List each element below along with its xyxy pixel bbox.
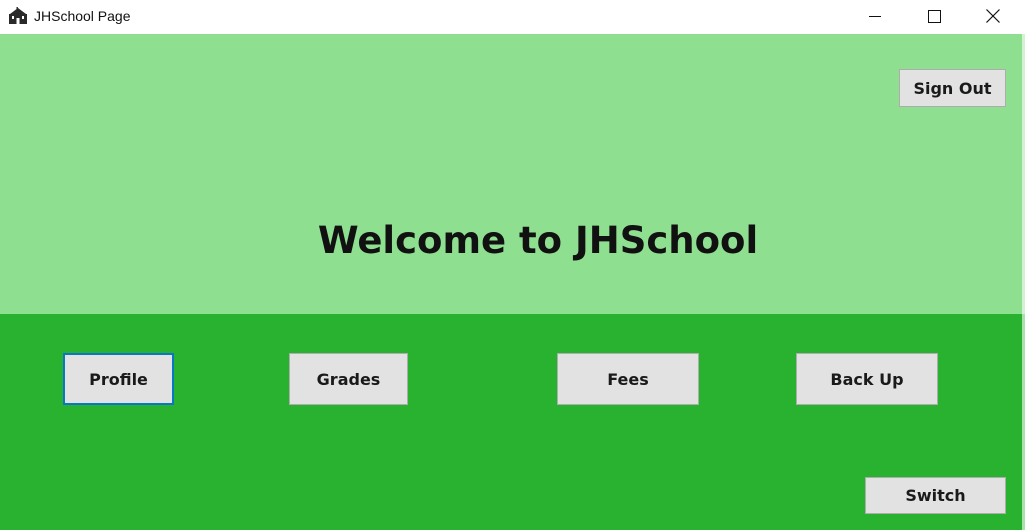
maximize-button[interactable] xyxy=(911,0,957,32)
window-title: JHSchool Page xyxy=(34,8,131,24)
app-window: JHSchool Page Welcome to JHSchool Sign O… xyxy=(0,0,1025,530)
fees-button[interactable]: Fees xyxy=(557,353,699,405)
back-up-button[interactable]: Back Up xyxy=(796,353,938,405)
maximize-icon xyxy=(927,9,941,23)
close-icon xyxy=(986,9,1000,23)
school-building-icon xyxy=(8,7,28,25)
minimize-button[interactable] xyxy=(852,0,898,32)
profile-button[interactable]: Profile xyxy=(63,353,174,405)
header-panel xyxy=(0,34,1025,314)
title-bar: JHSchool Page xyxy=(0,0,1025,34)
grades-button[interactable]: Grades xyxy=(289,353,408,405)
close-button[interactable] xyxy=(970,0,1016,32)
sign-out-button[interactable]: Sign Out xyxy=(899,69,1006,107)
switch-button[interactable]: Switch xyxy=(865,477,1006,514)
minimize-icon xyxy=(869,10,881,22)
welcome-heading: Welcome to JHSchool xyxy=(317,219,759,262)
